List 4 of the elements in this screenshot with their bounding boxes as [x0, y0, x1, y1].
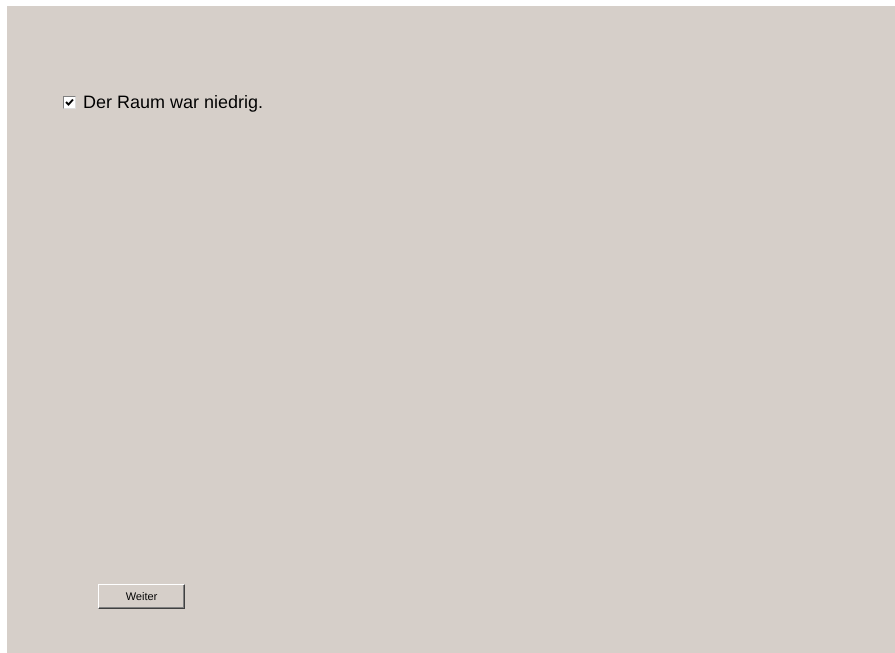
check-icon: [65, 98, 74, 107]
checkbox-label: Der Raum war niedrig.: [83, 92, 264, 113]
next-button[interactable]: Weiter: [98, 584, 185, 609]
checkbox[interactable]: [63, 96, 76, 109]
